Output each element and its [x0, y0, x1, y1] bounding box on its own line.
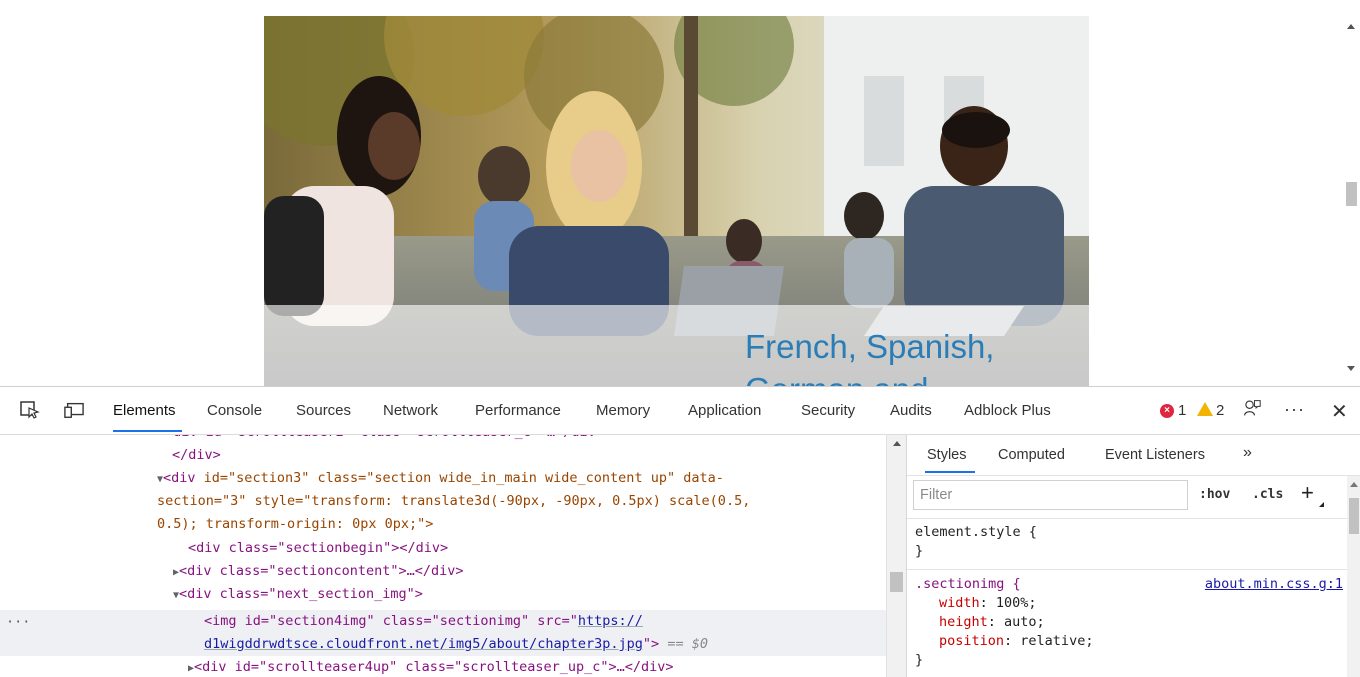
scroll-up-arrow-icon[interactable] [893, 441, 901, 446]
page-viewport: French, Spanish, German and [0, 0, 1360, 386]
scroll-down-arrow-icon[interactable] [1347, 366, 1355, 371]
styles-filter-input[interactable] [913, 480, 1188, 510]
element-style-close: } [915, 543, 924, 559]
sectionimg-rule[interactable]: .sectionimg { about.min.css.g:1 width: 1… [915, 575, 1347, 670]
dom-line-section3[interactable]: ▼<div id="section3" class="section wide_… [157, 467, 724, 491]
style-property[interactable]: position: relative; [915, 632, 1347, 651]
error-icon[interactable]: × [1160, 404, 1174, 418]
more-options-button[interactable]: ··· [1284, 399, 1305, 420]
error-count[interactable]: 1 [1178, 402, 1186, 419]
devtools-toolbar: Elements Console Sources Network Perform… [0, 387, 1360, 435]
dom-pane-scrollbar[interactable] [886, 435, 906, 677]
divider [907, 569, 1347, 570]
tab-adblock-plus[interactable]: Adblock Plus [964, 402, 1051, 419]
devtools-panel: Elements Console Sources Network Perform… [0, 386, 1360, 677]
device-emulation-icon[interactable] [64, 401, 84, 419]
tab-computed[interactable]: Computed [998, 447, 1065, 463]
tab-event-listeners[interactable]: Event Listeners [1105, 447, 1205, 463]
hover-state-toggle[interactable]: :hov [1199, 487, 1230, 502]
warning-icon[interactable] [1197, 402, 1213, 416]
tab-audits[interactable]: Audits [890, 402, 932, 419]
element-style-selector[interactable]: element.style { [915, 523, 1355, 542]
tab-console[interactable]: Console [207, 402, 262, 419]
dom-line-sectionbegin[interactable]: <div class="sectionbegin"></div> [188, 537, 448, 560]
tab-styles[interactable]: Styles [927, 447, 967, 463]
divider [907, 518, 1347, 519]
hero-photo: French, Spanish, German and [264, 16, 1089, 386]
tab-application[interactable]: Application [688, 402, 761, 419]
dom-line-scrollteaser2[interactable]: <div id="scrollteaser2" class="scrolltea… [165, 435, 604, 444]
more-tabs-button[interactable]: » [1243, 444, 1252, 462]
tab-memory[interactable]: Memory [596, 402, 650, 419]
dom-line-section3-cont2[interactable]: 0.5); transform-origin: 0px 0px;"> [157, 513, 433, 536]
img-src-link[interactable]: d1wigddrwdtsce.cloudfront.net/img5/about… [204, 636, 643, 652]
element-style-rule[interactable]: element.style { } [915, 523, 1355, 561]
styles-pane: Styles Computed Event Listeners » :hov .… [906, 435, 1360, 677]
dom-tree-pane[interactable]: <div id="scrollteaser2" class="scrolltea… [0, 435, 886, 677]
dom-line-section4img[interactable]: <img id="section4img" class="sectionimg"… [204, 610, 643, 633]
feedback-icon[interactable] [1242, 399, 1262, 417]
tab-elements[interactable]: Elements [113, 402, 176, 419]
hero-caption-line1: French, Spanish, [745, 328, 995, 365]
dom-line-next-section-img[interactable]: ▼<div class="next_section_img"> [173, 583, 423, 607]
dom-line-sectioncontent[interactable]: ▶<div class="sectioncontent">…</div> [173, 560, 464, 584]
style-property[interactable]: width: 100%; [915, 594, 1347, 613]
dom-line-close-div[interactable]: </div> [172, 444, 221, 467]
styles-pane-scrollbar[interactable] [1347, 476, 1360, 677]
node-actions-button[interactable]: ··· [6, 611, 30, 634]
active-styles-tab-indicator [925, 471, 975, 473]
dom-line-section4img-src[interactable]: d1wigddrwdtsce.cloudfront.net/img5/about… [204, 633, 708, 656]
tab-network[interactable]: Network [383, 402, 438, 419]
rule-close: } [915, 652, 924, 668]
rule-source-link[interactable]: about.min.css.g:1 [1205, 575, 1343, 594]
warning-count[interactable]: 2 [1216, 402, 1224, 419]
new-style-rule-button[interactable]: + [1301, 480, 1314, 506]
hero-caption-line2: German and [745, 369, 928, 386]
dom-line-scrollteaser4up[interactable]: ▶<div id="scrollteaser4up" class="scroll… [188, 656, 674, 677]
page-scrollbar-thumb[interactable] [1346, 182, 1357, 206]
rule-selector[interactable]: .sectionimg { about.min.css.g:1 [915, 575, 1347, 594]
style-property[interactable]: height: auto; [915, 613, 1347, 632]
scroll-up-arrow-icon[interactable] [1347, 24, 1355, 29]
close-devtools-button[interactable]: ✕ [1331, 399, 1348, 424]
styles-filter-row: :hov .cls + [907, 476, 1347, 518]
inspect-element-icon[interactable] [20, 401, 40, 419]
dom-pane-scrollbar-thumb[interactable] [890, 572, 903, 592]
tab-sources[interactable]: Sources [296, 402, 351, 419]
selected-node-marker: == $0 [667, 636, 708, 652]
scroll-up-arrow-icon[interactable] [1350, 482, 1358, 487]
tab-security[interactable]: Security [801, 402, 855, 419]
tab-performance[interactable]: Performance [475, 402, 561, 419]
styles-pane-scrollbar-thumb[interactable] [1349, 498, 1359, 534]
class-toggle[interactable]: .cls [1252, 487, 1283, 502]
page-scrollbar[interactable] [1343, 14, 1360, 386]
dom-line-section3-cont1[interactable]: section="3" style="transform: translate3… [157, 490, 750, 513]
active-tab-indicator [113, 430, 182, 432]
new-rule-menu-icon[interactable] [1319, 502, 1324, 507]
